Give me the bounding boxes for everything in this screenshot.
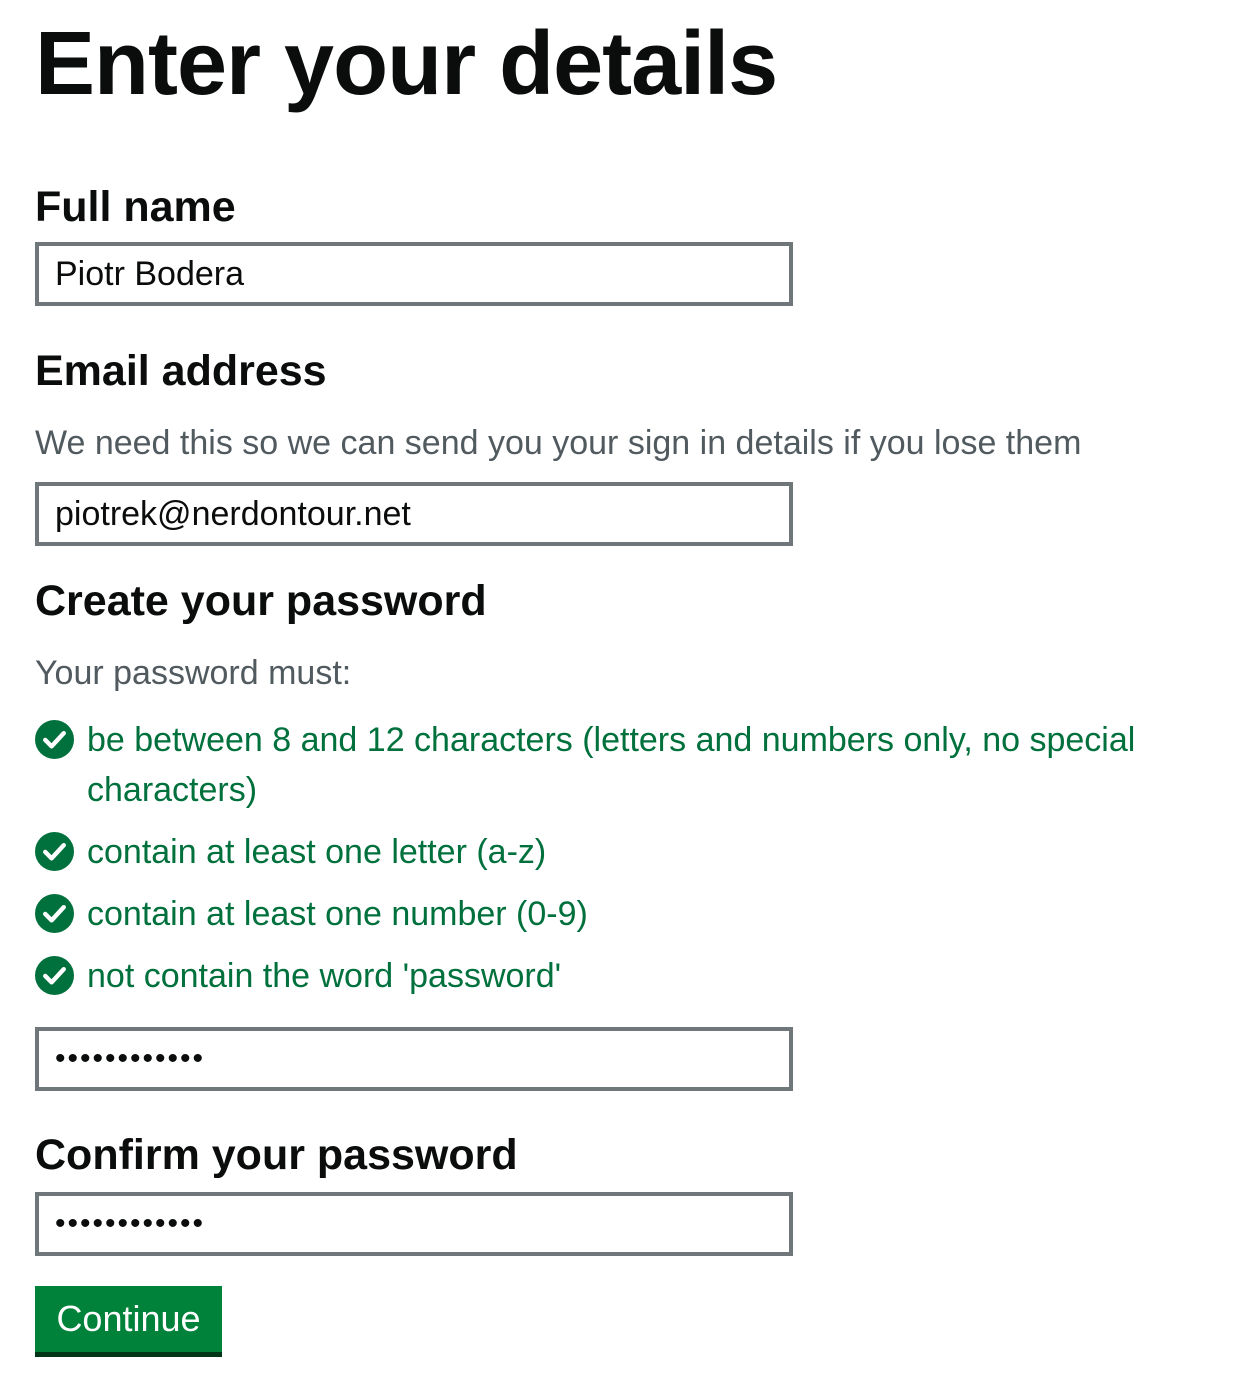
password-requirements-list: be between 8 and 12 characters (letters … bbox=[35, 715, 1235, 1013]
check-circle-icon bbox=[35, 894, 74, 933]
enter-details-page: Enter your details Full name Email addre… bbox=[0, 0, 1257, 1383]
check-circle-icon bbox=[35, 956, 74, 995]
confirm-password-label: Confirm your password bbox=[35, 1131, 518, 1179]
full-name-input[interactable] bbox=[35, 242, 793, 306]
password-requirement-length: be between 8 and 12 characters (letters … bbox=[35, 715, 1235, 815]
password-input[interactable] bbox=[35, 1027, 793, 1091]
confirm-password-input[interactable] bbox=[35, 1192, 793, 1256]
password-requirement-number: contain at least one number (0-9) bbox=[35, 889, 1235, 939]
requirement-text: not contain the word 'password' bbox=[87, 957, 562, 995]
continue-button[interactable]: Continue bbox=[35, 1286, 222, 1357]
full-name-label: Full name bbox=[35, 183, 236, 231]
password-requirement-letter: contain at least one letter (a-z) bbox=[35, 827, 1235, 877]
requirement-text: contain at least one number (0-9) bbox=[87, 895, 588, 933]
email-hint: We need this so we can send you your sig… bbox=[35, 424, 1082, 462]
check-circle-icon bbox=[35, 720, 74, 759]
password-requirement-no-password-word: not contain the word 'password' bbox=[35, 951, 1235, 1001]
email-label: Email address bbox=[35, 347, 327, 395]
email-input[interactable] bbox=[35, 482, 793, 546]
check-circle-icon bbox=[35, 832, 74, 871]
create-password-label: Create your password bbox=[35, 577, 487, 625]
requirement-text: contain at least one letter (a-z) bbox=[87, 833, 547, 871]
page-title: Enter your details bbox=[35, 14, 778, 114]
requirement-text: be between 8 and 12 characters (letters … bbox=[87, 721, 1136, 809]
password-hint: Your password must: bbox=[35, 654, 352, 692]
